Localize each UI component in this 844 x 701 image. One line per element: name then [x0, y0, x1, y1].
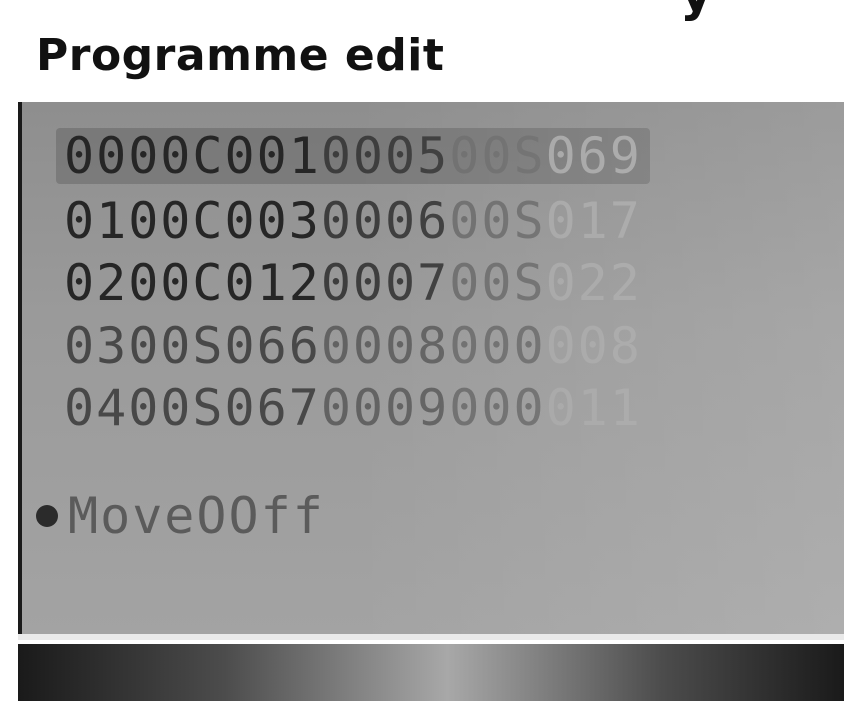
program-row[interactable]: 0100C003000600S017	[56, 193, 650, 249]
program-row-number: 022	[545, 254, 642, 312]
program-row-track: 0009	[320, 379, 450, 437]
program-row[interactable]: 0400S0670009000011	[56, 380, 650, 436]
program-row-index-code: 0300S066	[64, 317, 321, 375]
program-row[interactable]: 0200C012000700S022	[56, 255, 650, 311]
program-row-index-code: 0100C003	[64, 192, 321, 250]
program-row-number: 069	[545, 127, 642, 185]
program-list-panel: 0000C001000500S069 0100C003000600S017 02…	[18, 102, 844, 634]
program-row-source: 000	[449, 379, 546, 437]
program-row-source: 00S	[449, 254, 546, 312]
program-row-track: 0006	[320, 192, 450, 250]
program-row-number: 017	[545, 192, 642, 250]
program-row-index-code: 0000C001	[64, 127, 321, 185]
program-row-number: 011	[545, 379, 642, 437]
program-row-number: 008	[545, 317, 642, 375]
bullet-icon	[36, 505, 58, 527]
program-row-track: 0005	[320, 127, 450, 185]
program-row-index-code: 0400S067	[64, 379, 321, 437]
program-row-source: 000	[449, 317, 546, 375]
bottom-bar	[18, 644, 844, 701]
move-option[interactable]: MoveOOff	[36, 488, 325, 544]
program-row[interactable]: 0000C001000500S069	[56, 128, 650, 184]
program-row[interactable]: 0300S0660008000008	[56, 318, 650, 374]
program-row-source: 00S	[449, 127, 546, 185]
header-cut-text: y	[0, 0, 844, 22]
panel-divider	[18, 634, 844, 640]
program-row-index-code: 0200C012	[64, 254, 321, 312]
move-option-label: MoveOOff	[68, 487, 325, 545]
program-row-track: 0007	[320, 254, 450, 312]
program-row-track: 0008	[320, 317, 450, 375]
program-row-source: 00S	[449, 192, 546, 250]
header-cut-glyph: y	[680, 0, 713, 22]
page-title: Programme edit	[36, 30, 445, 81]
